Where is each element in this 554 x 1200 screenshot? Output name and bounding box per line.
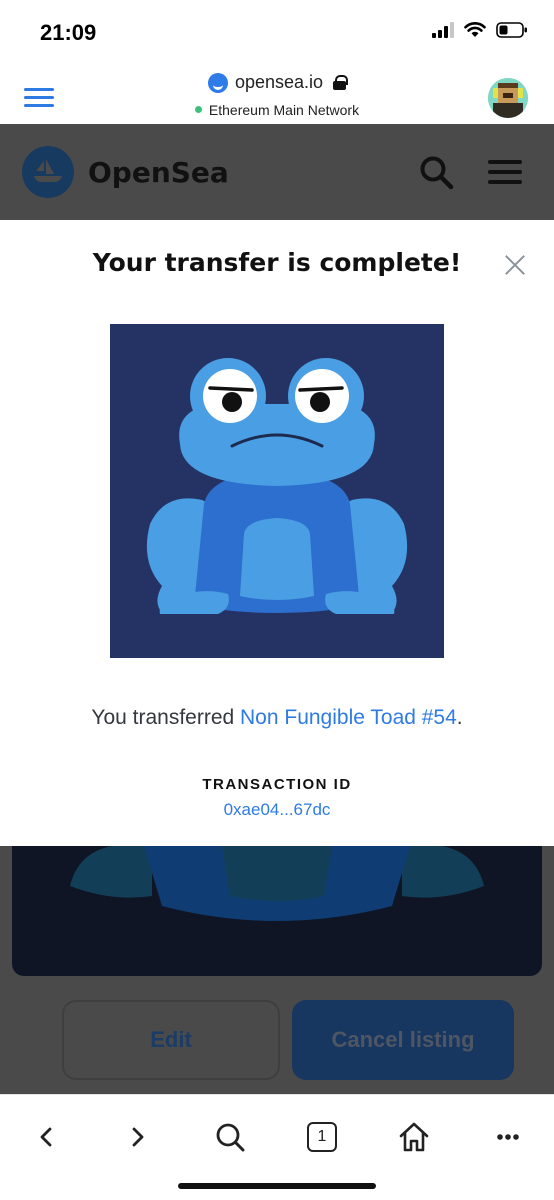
lock-icon (333, 75, 349, 90)
dimmed-nft-preview (12, 846, 542, 976)
toad-illustration (110, 324, 444, 658)
chevron-left-icon[interactable] (26, 1119, 66, 1155)
transfer-message-prefix: You transferred (91, 706, 241, 729)
ship-icon (34, 159, 62, 182)
transaction-id-label: TRANSACTION ID (202, 776, 352, 793)
close-icon[interactable] (504, 254, 526, 276)
browser-url-bar: opensea.io Ethereum Main Network (0, 60, 554, 124)
battery-icon (496, 22, 527, 38)
cancel-listing-button[interactable]: Cancel listing (292, 1000, 514, 1080)
home-icon[interactable] (394, 1119, 434, 1155)
status-icons (432, 22, 528, 38)
url-line: opensea.io (207, 72, 349, 93)
opensea-favicon-icon (207, 72, 228, 93)
transfer-complete-modal: Your transfer is complete! You transferr… (0, 220, 554, 846)
edit-button[interactable]: Edit (62, 1000, 280, 1080)
status-time: 21:09 (40, 20, 97, 45)
signal-icon (432, 22, 454, 38)
opensea-logo-icon[interactable] (22, 146, 74, 198)
network-indicator: Ethereum Main Network (194, 101, 360, 118)
dimmed-page-content: Edit Cancel listing (0, 846, 554, 1094)
transaction-id-link[interactable]: 0xae04...67dc (0, 800, 554, 820)
network-name: Ethereum Main Network (208, 101, 360, 118)
network-status-dot (194, 106, 202, 113)
transfer-message: You transferred Non Fungible Toad #54. (0, 706, 554, 730)
more-icon[interactable] (488, 1119, 528, 1155)
wallet-avatar[interactable] (488, 78, 528, 118)
nft-image (110, 324, 444, 658)
modal-title: Your transfer is complete! (92, 248, 462, 277)
site-menu-icon[interactable] (488, 160, 522, 184)
site-brand-name[interactable]: OpenSea (88, 156, 229, 189)
nft-name-link[interactable]: Non Fungible Toad #54 (240, 706, 457, 729)
url-text: opensea.io (234, 72, 324, 92)
status-bar: 21:09 (0, 0, 554, 60)
site-header: OpenSea (0, 124, 554, 220)
tabs-icon[interactable]: 1 (302, 1119, 342, 1155)
browser-toolbar: 1 (0, 1094, 554, 1200)
search-icon[interactable] (210, 1119, 250, 1155)
url-display[interactable]: opensea.io Ethereum Main Network (0, 72, 554, 118)
site-search-icon[interactable] (418, 154, 454, 190)
tab-count: 1 (307, 1122, 337, 1152)
transfer-message-suffix: . (456, 706, 463, 729)
chevron-right-icon[interactable] (118, 1119, 158, 1155)
wifi-icon (464, 22, 486, 37)
pixel-avatar-icon (488, 78, 528, 118)
home-indicator (178, 1183, 376, 1189)
dimmed-toad-illustration (70, 846, 484, 921)
